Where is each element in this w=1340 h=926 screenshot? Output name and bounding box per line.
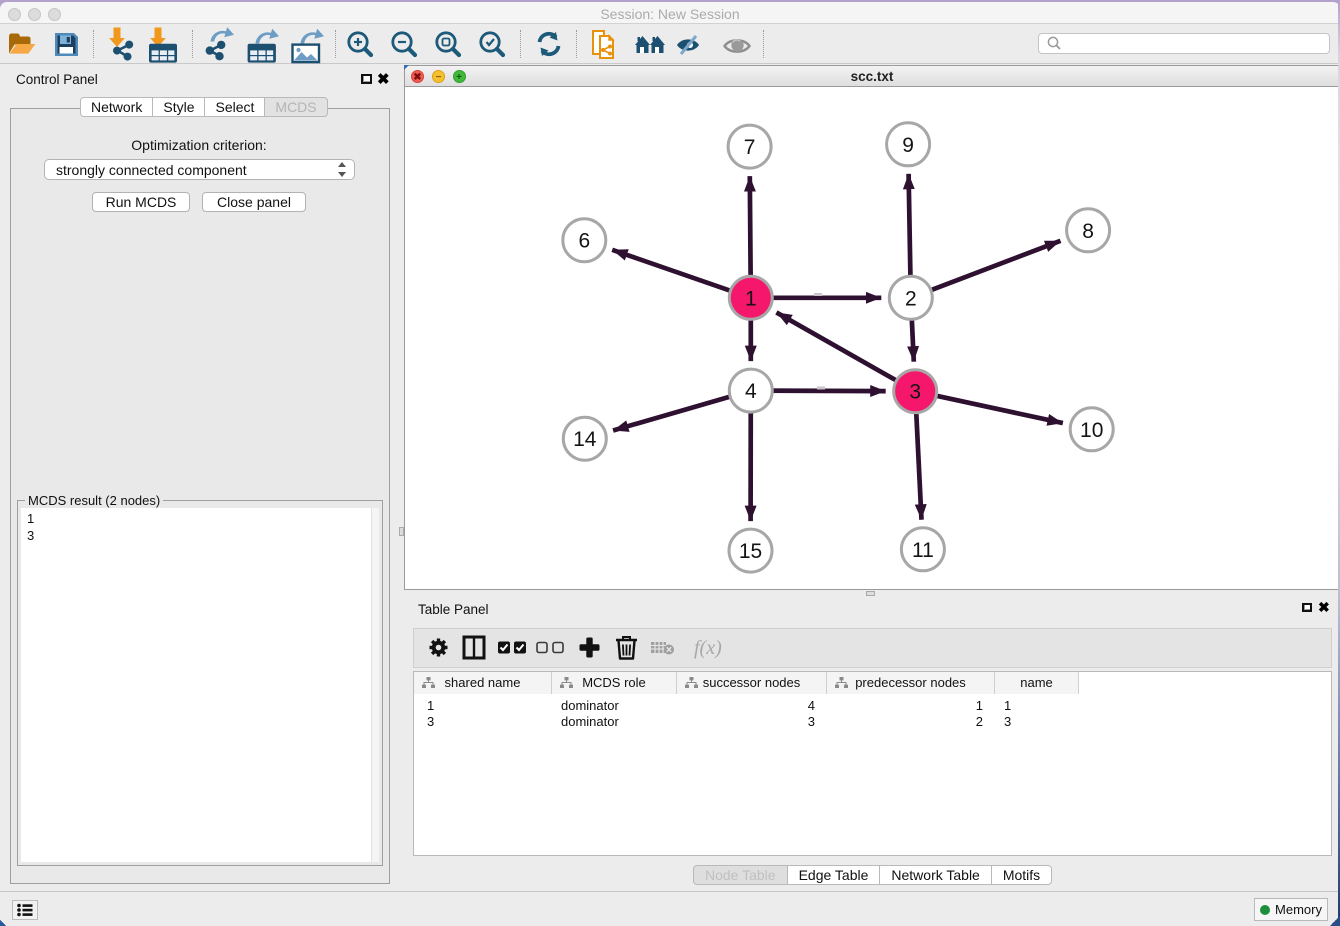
svg-text:7: 7: [744, 136, 756, 159]
svg-text:9: 9: [902, 134, 914, 157]
svg-text:3: 3: [909, 381, 921, 404]
svg-text:4: 4: [745, 380, 757, 403]
svg-text:6: 6: [578, 230, 590, 253]
svg-text:11: 11: [912, 539, 934, 562]
svg-text:15: 15: [739, 540, 762, 563]
svg-text:14: 14: [573, 428, 597, 451]
svg-text:8: 8: [1082, 220, 1094, 243]
svg-text:1: 1: [745, 287, 757, 310]
svg-text:f(x): f(x): [694, 637, 722, 659]
svg-text:2: 2: [905, 287, 917, 310]
svg-text:10: 10: [1080, 419, 1103, 442]
